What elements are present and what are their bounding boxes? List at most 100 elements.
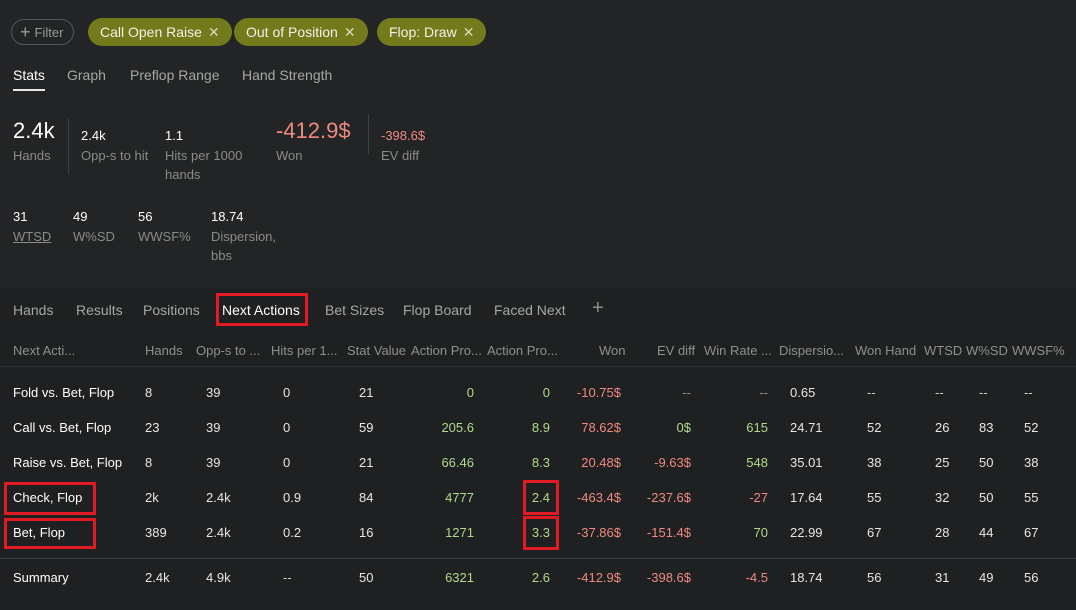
filter-chip-call-open-raise[interactable]: Call Open Raise ✕: [88, 18, 232, 46]
table-cell: 78.62$: [581, 420, 621, 435]
col-header-wsd[interactable]: W%SD: [966, 343, 1008, 358]
table-cell: 21: [359, 455, 374, 470]
table-cell: 55: [867, 490, 882, 505]
table-cell: 66.46: [441, 455, 474, 470]
table-cell: --: [979, 385, 988, 400]
table-cell: 52: [1024, 420, 1039, 435]
table-cell: 16: [359, 525, 374, 540]
add-tab-button[interactable]: +: [592, 297, 604, 320]
table-cell: 35.01: [790, 455, 823, 470]
wsd-value: 49: [73, 209, 88, 224]
tab-stats[interactable]: Stats: [13, 67, 45, 91]
table-cell: 0: [466, 385, 474, 400]
table-cell: 70: [753, 525, 768, 540]
col-header-won[interactable]: Won: [599, 343, 626, 358]
filter-chip-out-of-position[interactable]: Out of Position ✕: [234, 18, 368, 46]
col-header-win-rate[interactable]: Win Rate ...: [704, 343, 772, 358]
won-value: -412.9$: [276, 118, 351, 143]
table-cell: 50: [359, 570, 374, 585]
chip-label: Flop: Draw: [389, 24, 457, 40]
table-cell: 2k: [145, 490, 159, 505]
tab-results[interactable]: Results: [76, 302, 123, 318]
tab-graph[interactable]: Graph: [67, 67, 106, 83]
table-cell: 84: [359, 490, 374, 505]
table-cell: 0.2: [283, 525, 302, 540]
table-cell: 0: [283, 385, 291, 400]
row-label: Fold vs. Bet, Flop: [13, 385, 115, 400]
table-cell: --: [283, 570, 292, 585]
table-cell: 20.48$: [581, 455, 621, 470]
divider: [368, 114, 369, 154]
tab-hands[interactable]: Hands: [13, 302, 53, 318]
add-filter-label: Filter: [34, 24, 64, 40]
table-cell: --: [1024, 385, 1033, 400]
table-cell: 18.74: [790, 570, 823, 585]
table-cell: 8.9: [531, 420, 550, 435]
col-header-next-action[interactable]: Next Acti...: [13, 343, 75, 358]
next-actions-panel: [0, 288, 1076, 610]
won-label: Won: [276, 148, 303, 163]
col-header-opps[interactable]: Opp-s to ...: [196, 343, 260, 358]
table-cell: -27: [749, 490, 768, 505]
wtsd-label[interactable]: WTSD: [13, 227, 51, 246]
wwsf-label: WWSF%: [138, 229, 191, 244]
col-header-ev-diff[interactable]: EV diff: [657, 343, 695, 358]
col-header-action-pro-2[interactable]: Action Pro...: [487, 343, 558, 358]
table-cell: -463.4$: [576, 490, 621, 505]
header-divider: [0, 366, 1076, 367]
table-cell: 1271: [445, 525, 474, 540]
filter-chip-flop-draw[interactable]: Flop: Draw ✕: [377, 18, 487, 46]
table-cell: 4.9k: [206, 570, 231, 585]
table-cell: 8: [145, 455, 153, 470]
highlight-box: [4, 518, 96, 549]
chip-label: Out of Position: [246, 24, 338, 40]
tab-positions[interactable]: Positions: [143, 302, 200, 318]
tab-hand-strength[interactable]: Hand Strength: [242, 67, 332, 83]
table-cell: --: [759, 385, 768, 400]
table-cell: --: [867, 385, 876, 400]
table-cell: -4.5: [745, 570, 768, 585]
tab-bet-sizes[interactable]: Bet Sizes: [325, 302, 384, 318]
table-cell: 8.3: [531, 455, 550, 470]
table-cell: 39: [206, 385, 221, 400]
table-cell: 50: [979, 490, 994, 505]
table-cell: 25: [935, 455, 950, 470]
col-header-won-hand[interactable]: Won Hand: [855, 343, 916, 358]
table-cell: 56: [867, 570, 882, 585]
table-cell: 23: [145, 420, 160, 435]
table-cell: -151.4$: [646, 525, 691, 540]
table-cell: 2.4k: [206, 525, 231, 540]
table-cell: 31: [935, 570, 950, 585]
col-header-hits[interactable]: Hits per 1...: [271, 343, 337, 358]
hits-label-2: hands: [165, 167, 201, 182]
col-header-wtsd[interactable]: WTSD: [924, 343, 962, 358]
col-header-dispersion[interactable]: Dispersio...: [779, 343, 844, 358]
table-cell: 4777: [445, 490, 474, 505]
dispersion-label-2: bbs: [211, 248, 232, 263]
table-cell: 205.6: [441, 420, 474, 435]
col-header-hands[interactable]: Hands: [145, 343, 183, 358]
tab-flop-board[interactable]: Flop Board: [403, 302, 471, 318]
row-label: Call vs. Bet, Flop: [13, 420, 112, 435]
wsd-label: W%SD: [73, 229, 115, 244]
ev-diff-label: EV diff: [381, 148, 420, 163]
table-cell: 2.6: [531, 570, 550, 585]
close-icon[interactable]: ✕: [208, 24, 220, 41]
tab-faced-next[interactable]: Faced Next: [494, 302, 566, 318]
table-cell: 55: [1024, 490, 1039, 505]
col-header-action-pro-1[interactable]: Action Pro...: [411, 343, 482, 358]
close-icon[interactable]: ✕: [463, 24, 475, 41]
table-cell: -9.63$: [654, 455, 691, 470]
table-cell: -398.6$: [646, 570, 691, 585]
col-header-stat-value[interactable]: Stat Value: [347, 343, 406, 358]
close-icon[interactable]: ✕: [344, 24, 356, 41]
table-cell: 38: [867, 455, 882, 470]
highlight-box: [216, 293, 308, 326]
table-cell: -37.86$: [576, 525, 621, 540]
dispersion-value: 18.74: [211, 209, 244, 224]
add-filter-button[interactable]: + Filter: [11, 19, 75, 45]
hands-label: Hands: [13, 148, 51, 163]
col-header-wwsf[interactable]: WWSF%: [1012, 343, 1065, 358]
wwsf-value: 56: [138, 209, 153, 224]
tab-preflop-range[interactable]: Preflop Range: [130, 67, 220, 83]
